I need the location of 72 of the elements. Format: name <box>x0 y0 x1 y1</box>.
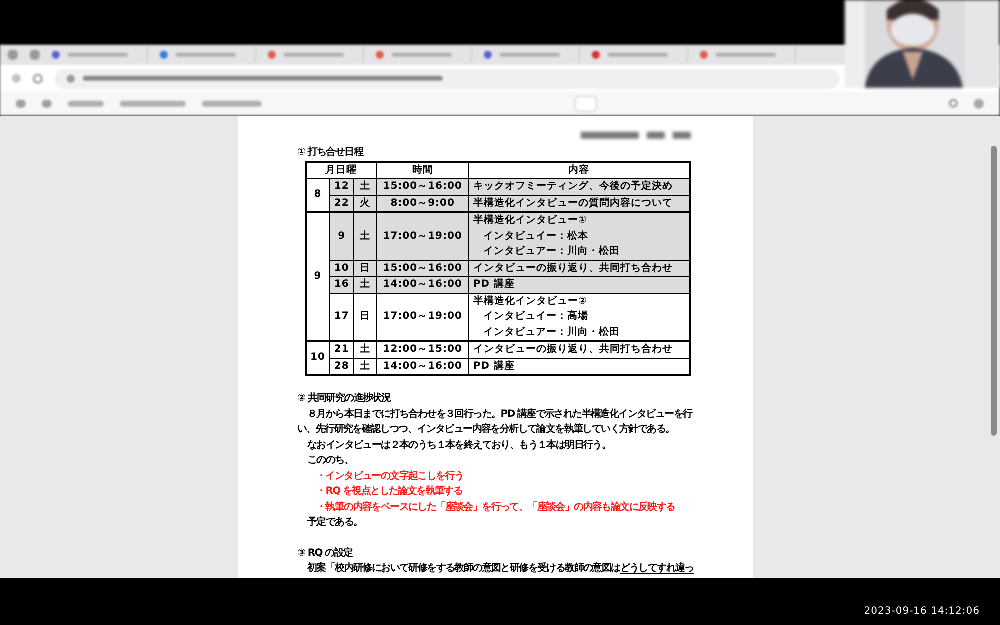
menu-icon[interactable] <box>8 50 18 60</box>
body-text: ８月から本日までに打ち合わせを３回行った。PD 講座で示された半構造化インタビューを行い、先行研究を確認しつつ、インタビュー内容を分析して論文を執筆していく方針である。 <box>298 407 692 437</box>
time-cell: 15:00～16:00 <box>376 178 469 195</box>
section-heading: ③ RQ の設定 <box>298 546 353 560</box>
section-heading: ② 共同研究の進捗状況 <box>298 392 391 406</box>
tab-title <box>392 53 452 57</box>
weekday-cell: 土 <box>354 178 377 195</box>
scrollbar[interactable] <box>991 146 997 436</box>
time-cell: 15:00～16:00 <box>376 260 469 276</box>
body-text: なおインタビューは２本のうち１本を終えており、もう１本は明日行う。 <box>306 438 612 452</box>
content-text: インタビューの振り返り、共同打ち合わせ <box>473 262 673 276</box>
content-text: インタビュイー：松本 <box>482 230 588 244</box>
back-icon[interactable] <box>12 74 21 83</box>
tab-title <box>500 53 560 57</box>
content-text: 半構造化インタビュー① <box>473 214 588 228</box>
month-cell: 10 <box>306 341 330 375</box>
redacted-header <box>646 132 664 139</box>
day-cell: 28 <box>330 358 354 375</box>
weekday-cell: 土 <box>354 276 377 293</box>
bullet-text: ・RQ を視点とした論文を執筆する <box>316 484 464 499</box>
timestamp: 2023-09-16 14:12:06 <box>864 605 980 619</box>
content-text: インタビュアー：川向・松田 <box>482 244 620 259</box>
body-text: 予定である。 <box>306 515 364 530</box>
day-cell: 9 <box>330 212 354 260</box>
month-cell: 9 <box>306 212 330 341</box>
time-cell: 14:00～16:00 <box>376 358 469 375</box>
content-text: 半構造化インタビューの質問内容について <box>473 196 673 210</box>
time-cell: 17:00～19:00 <box>376 212 469 260</box>
tab-title <box>68 53 128 57</box>
day-cell: 17 <box>330 293 354 341</box>
time-cell: 12:00～15:00 <box>376 341 469 358</box>
body-text: こののち、 <box>306 454 355 468</box>
content-text: インタビュイー：高場 <box>482 309 588 324</box>
content-text: PD 講座 <box>473 277 515 292</box>
settings-icon[interactable] <box>974 98 984 108</box>
weekday-cell: 日 <box>354 293 377 341</box>
content-text: インタビュアー：川向・松田 <box>482 326 620 340</box>
toolbar-icon[interactable] <box>16 100 26 108</box>
toolbar-icon[interactable] <box>120 100 186 106</box>
section-heading: ① 打ち合せ日程 <box>298 146 364 160</box>
tab-title <box>284 53 344 57</box>
tab-list-icon[interactable] <box>30 50 40 60</box>
day-cell: 12 <box>330 178 354 195</box>
time-cell: 14:00～16:00 <box>376 276 469 293</box>
content-text: キックオフミーティング、今後の予定決め <box>473 179 673 194</box>
reload-icon[interactable] <box>33 74 43 84</box>
day-cell: 10 <box>330 260 354 276</box>
weekday-cell: 土 <box>354 358 377 375</box>
body-text: 初案「校内研修において研修をする教師の意図と研修を受ける教師の意図はどうしてすれ違っ <box>306 561 692 576</box>
tab-title <box>716 53 776 57</box>
month-cell: 8 <box>306 178 330 212</box>
day-cell: 21 <box>330 341 354 358</box>
bullet-text: ・執筆の内容をベースにした「座談会」を行って、「座談会」の内容も論文に反映する <box>316 500 676 514</box>
content-text: インタビューの振り返り、共同打ち合わせ <box>473 342 673 357</box>
toolbar-icon[interactable] <box>68 100 104 106</box>
weekday-cell: 土 <box>354 212 377 260</box>
tab-title <box>176 53 236 57</box>
content-text: 半構造化インタビュー② <box>473 294 588 308</box>
toolbar-icon[interactable] <box>42 100 52 108</box>
weekday-cell: 日 <box>354 260 377 276</box>
file-icon <box>67 74 75 82</box>
redacted-header <box>672 132 690 139</box>
weekday-cell: 土 <box>354 341 377 358</box>
redacted-header <box>580 132 638 139</box>
address-bar[interactable] <box>55 68 840 88</box>
tab-title <box>608 53 668 57</box>
time-cell: 17:00～19:00 <box>376 293 469 341</box>
bullet-text: ・インタビューの文字起こしを行う <box>316 469 465 484</box>
content-text: PD 講座 <box>473 359 515 374</box>
toolbar-icon[interactable] <box>202 100 262 106</box>
day-cell: 16 <box>330 276 354 293</box>
search-icon[interactable] <box>949 99 958 108</box>
